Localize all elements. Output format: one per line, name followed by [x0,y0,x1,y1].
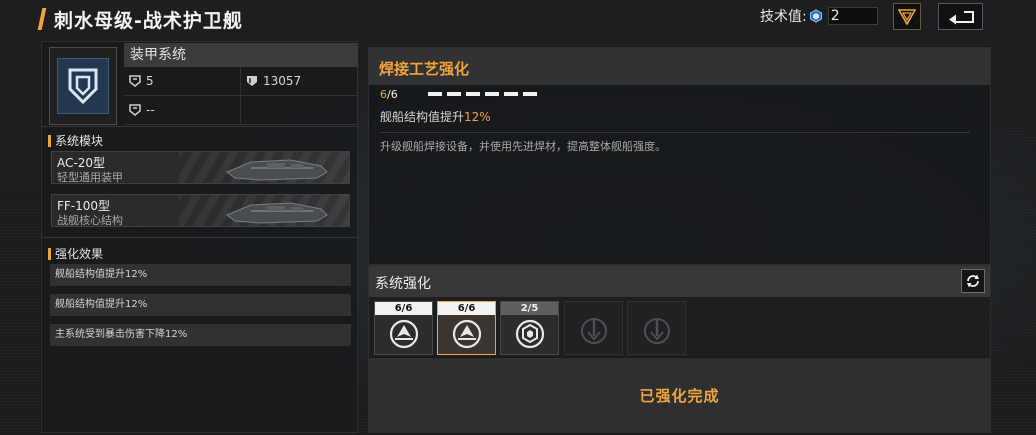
slot-count: 6/6 [438,302,495,315]
triangle-filter-icon [898,8,916,25]
armor-system-title: 装甲系统 [124,43,358,67]
upgrade-detail-panel: 焊接工艺强化 6/6 舰船结构值提升12% 升级舰船焊接设备，并使用先进焊材，提… [368,47,991,265]
ship-module-image [226,202,328,224]
upgrade-title: 焊接工艺强化 [379,60,470,78]
enhance-slots: 6/6 6/6 2/5 [369,297,990,357]
tech-value-display: 技术值: 2 [760,6,878,26]
stat-armor-secondary: -- [124,96,241,125]
refresh-button[interactable] [961,269,985,293]
ship-module-image [226,159,328,181]
enhance-status-area: 已强化完成 [369,358,990,432]
level-max: /6 [387,88,398,101]
armor-system-panel: 装甲系统 5 13057 -- 系统模块 AC-20型 轻型通用装甲 FF-10… [41,41,359,433]
hull-upgrade-icon [389,319,419,349]
enhance-slot-selected[interactable]: 6/6 [437,301,496,355]
hull-upgrade-icon [452,319,482,349]
level-pip [466,92,480,96]
effect-item: 主系统受到暴击伤害下降12% [50,324,351,346]
tech-value: 2 [827,7,878,25]
effects-heading: 强化效果 [48,245,103,262]
page-title: 刺水母级-战术护卫舰 [54,9,243,32]
upgrade-effect-text: 舰船结构值提升 [380,110,465,124]
divider [42,126,359,127]
level-pip [523,92,537,96]
back-button[interactable] [938,3,983,30]
refresh-icon [967,274,979,288]
modules-heading: 系统模块 [48,132,103,149]
module-item[interactable]: FF-100型 战舰核心结构 [51,194,350,227]
tech-points-icon [809,9,822,23]
upgrade-description: 升级舰船焊接设备，并使用先进焊材，提高整体舰船强度。 [380,140,666,153]
armor-system-icon [57,58,109,114]
level-pips [428,92,537,96]
slot-count: 6/6 [375,302,432,315]
stat-empty [241,96,358,125]
upgrade-level: 6/6 [380,88,398,101]
module-item[interactable]: AC-20型 轻型通用装甲 [51,151,350,184]
enhance-slot-locked[interactable] [564,301,623,355]
stat-armor: 5 [124,67,241,96]
enhance-slot[interactable]: 2/5 [500,301,559,355]
locked-upgrade-icon [644,318,670,344]
tech-label: 技术值: [760,9,807,25]
enhance-slot[interactable]: 6/6 [374,301,433,355]
slot-count: 2/5 [501,302,558,315]
system-enhance-panel: 系统强化 6/6 6/6 2/5 已强化完成 [368,265,991,433]
module-desc: 轻型通用装甲 [57,171,123,184]
page-header: 刺水母级-战术护卫舰 [37,5,243,33]
divider [380,132,970,133]
level-pip [447,92,461,96]
level-pip [428,92,442,96]
module-desc: 战舰核心结构 [57,214,123,227]
filter-button[interactable] [893,3,921,30]
enhance-complete-status: 已强化完成 [639,386,720,405]
level-pip [504,92,518,96]
effect-item: 舰船结构值提升12% [50,294,351,316]
upgrade-effect: 舰船结构值提升12% [380,108,491,125]
hex-shield-upgrade-icon [515,319,545,349]
system-enhance-header [369,266,990,297]
level-pip [485,92,499,96]
armor-shield-badge-icon [68,68,98,105]
armor-shield-icon [129,104,141,116]
armor-stats: 5 13057 -- [124,67,358,125]
stat-structure: 13057 [241,67,358,96]
upgrade-effect-value: 12% [464,110,491,124]
structure-shield-icon [247,76,257,86]
enhance-slot-locked[interactable] [627,301,686,355]
level-current: 6 [380,88,387,101]
return-arrow-icon [948,10,974,24]
locked-upgrade-icon [581,318,607,344]
armor-system-icon-frame [49,47,117,125]
divider [42,237,359,238]
stat-armor-secondary-value: -- [146,103,155,117]
armor-shield-icon [129,75,141,87]
stat-armor-value: 5 [146,74,154,88]
system-enhance-title: 系统强化 [375,276,431,292]
stat-structure-value: 13057 [263,74,302,88]
effect-item: 舰船结构值提升12% [50,264,351,286]
